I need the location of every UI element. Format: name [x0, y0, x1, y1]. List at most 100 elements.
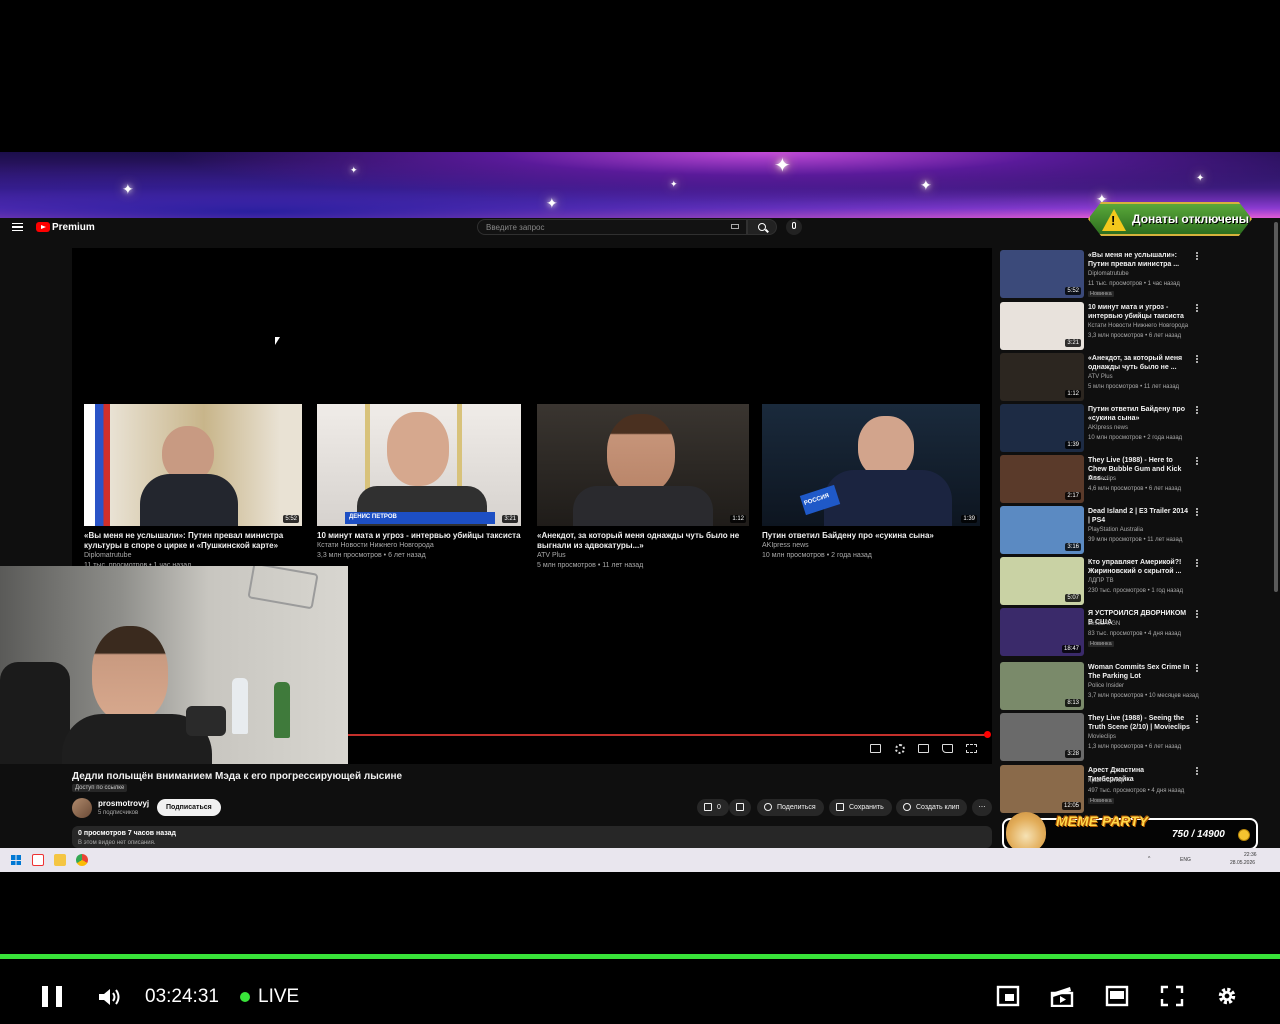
- description-box[interactable]: 0 просмотров 7 часов назад В этом видео …: [72, 826, 992, 848]
- clip-button[interactable]: Создать клип: [896, 799, 968, 816]
- sidebar-thumbnail[interactable]: 5:07: [1000, 557, 1084, 605]
- like-button[interactable]: 0: [697, 799, 729, 816]
- sidebar-channel[interactable]: КрайтХантер: [1088, 778, 1124, 784]
- tray-chevron-icon[interactable]: ^: [1148, 856, 1150, 862]
- sidebar-video-item[interactable]: 12:05 Арест Джастина Тимберлейка КрайтХант…: [1000, 765, 1270, 815]
- share-button[interactable]: Поделиться: [757, 799, 824, 816]
- sidebar-video-item[interactable]: 2:17 They Live (1988) - Here to Chew Bubb…: [1000, 455, 1270, 505]
- sidebar-scrollbar[interactable]: [1274, 222, 1278, 592]
- sidebar-channel[interactable]: ATV Plus: [1088, 374, 1113, 380]
- gear-icon[interactable]: [1215, 985, 1239, 1007]
- sidebar-video-title[interactable]: Путин ответил Байдену про «сукина сына»: [1088, 405, 1190, 423]
- sidebar-video-item[interactable]: 3:21 10 минут мата и угроз - интервью уби…: [1000, 302, 1270, 352]
- end-card-title[interactable]: 10 минут мата и угроз - интервью убийцы …: [317, 531, 521, 541]
- subtitles-icon[interactable]: [870, 744, 881, 753]
- sidebar-channel[interactable]: Diplomatrutube: [1088, 271, 1129, 277]
- end-card[interactable]: ДЕНИС ПЕТРОВ 3:21 10 минут мата и угроз …: [317, 404, 521, 561]
- youtube-logo-icon[interactable]: [36, 222, 50, 232]
- chrome-icon[interactable]: [76, 854, 88, 866]
- sidebar-channel[interactable]: ЛДПР ТВ: [1088, 578, 1114, 584]
- sidebar-thumbnail[interactable]: 3:16: [1000, 506, 1084, 554]
- channel-name[interactable]: prosmotrovyj: [98, 799, 149, 808]
- fullscreen-icon[interactable]: [966, 744, 977, 753]
- kebab-menu-icon[interactable]: [1196, 715, 1198, 717]
- sidebar-channel[interactable]: JesusAVGN: [1088, 621, 1120, 627]
- search-button[interactable]: [747, 219, 777, 235]
- clip-icon[interactable]: [1050, 985, 1074, 1007]
- stream-progress-line[interactable]: [0, 954, 1280, 959]
- kebab-menu-icon[interactable]: [1196, 767, 1198, 769]
- windows-start-icon[interactable]: [11, 855, 21, 865]
- sidebar-video-item[interactable]: 3:28 They Live (1988) - Seeing the Truth …: [1000, 713, 1270, 763]
- sidebar-thumbnail[interactable]: 3:28: [1000, 713, 1084, 761]
- cast-icon[interactable]: [942, 744, 953, 753]
- end-card[interactable]: 1:12 «Анекдот, за который меня однажды ч…: [537, 404, 749, 571]
- sidebar-video-item[interactable]: 5:52 «Вы меня не услышали»: Путин превал …: [1000, 250, 1270, 300]
- sidebar-channel[interactable]: Police Insider: [1088, 683, 1124, 689]
- picture-in-picture-icon[interactable]: [996, 985, 1020, 1007]
- kebab-menu-icon[interactable]: [1196, 457, 1198, 459]
- channel-avatar[interactable]: [72, 798, 92, 818]
- sidebar-video-title[interactable]: 10 минут мата и угроз - интервью убийцы …: [1088, 303, 1190, 321]
- sidebar-video-item[interactable]: 1:39 Путин ответил Байдену про «сукина сы…: [1000, 404, 1270, 454]
- end-card-thumbnail[interactable]: 5:52: [84, 404, 302, 526]
- clock-time[interactable]: 22:36: [1244, 852, 1257, 858]
- kebab-menu-icon[interactable]: [1196, 304, 1198, 306]
- sidebar-channel[interactable]: PlayStation Australia: [1088, 527, 1143, 533]
- voice-search-button[interactable]: [786, 219, 802, 235]
- keyboard-icon[interactable]: [731, 224, 739, 229]
- live-label[interactable]: LIVE: [258, 986, 299, 1008]
- miniplayer-icon[interactable]: [918, 744, 929, 753]
- file-explorer-icon[interactable]: [54, 854, 66, 866]
- sidebar-video-item[interactable]: 8:13 Woman Commits Sex Crime In The Parki…: [1000, 662, 1270, 712]
- end-card[interactable]: РОССИЯ 1:39 Путин ответил Байдену про «с…: [762, 404, 980, 561]
- sidebar-video-title[interactable]: Кто управляет Америкой?! Жириновский о с…: [1088, 558, 1190, 576]
- sidebar-thumbnail[interactable]: 12:05: [1000, 765, 1084, 813]
- sidebar-channel[interactable]: Movieclips: [1088, 476, 1116, 482]
- sidebar-thumbnail[interactable]: 18:47: [1000, 608, 1084, 656]
- sidebar-thumbnail[interactable]: 2:17: [1000, 455, 1084, 503]
- subscribe-button[interactable]: Подписаться: [157, 799, 221, 816]
- kebab-menu-icon[interactable]: [1196, 610, 1198, 612]
- sidebar-video-title[interactable]: Dead Island 2 | E3 Trailer 2014 | PS4: [1088, 507, 1190, 525]
- kebab-menu-icon[interactable]: [1196, 406, 1198, 408]
- sidebar-thumbnail[interactable]: 1:12: [1000, 353, 1084, 401]
- sidebar-thumbnail[interactable]: 8:13: [1000, 662, 1084, 710]
- kebab-menu-icon[interactable]: [1196, 559, 1198, 561]
- sidebar-video-item[interactable]: 3:16 Dead Island 2 | E3 Trailer 2014 | PS…: [1000, 506, 1270, 556]
- progress-scrubber[interactable]: [984, 731, 991, 738]
- end-card-title[interactable]: «Вы меня не услышали»: Путин превал мини…: [84, 531, 302, 551]
- kebab-menu-icon[interactable]: [1196, 508, 1198, 510]
- sidebar-video-item[interactable]: 5:07 Кто управляет Америкой?! Жириновский…: [1000, 557, 1270, 607]
- sidebar-video-title[interactable]: They Live (1988) - Seeing the Truth Scen…: [1088, 714, 1190, 732]
- fullscreen-icon[interactable]: [1160, 985, 1184, 1007]
- clock-date[interactable]: 28.05.2026: [1230, 860, 1255, 866]
- sidebar-channel[interactable]: Кстати Новости Нижнего Новгорода: [1088, 323, 1188, 329]
- end-card-thumbnail[interactable]: РОССИЯ 1:39: [762, 404, 980, 526]
- sidebar-thumbnail[interactable]: 3:21: [1000, 302, 1084, 350]
- end-card-title[interactable]: «Анекдот, за который меня однажды чуть б…: [537, 531, 749, 551]
- dislike-button[interactable]: [729, 799, 751, 816]
- end-card-title[interactable]: Путин ответил Байдену про «сукина сына»: [762, 531, 980, 541]
- sidebar-video-title[interactable]: Woman Commits Sex Crime In The Parking L…: [1088, 663, 1190, 681]
- progress-bar[interactable]: [348, 734, 988, 736]
- sidebar-thumbnail[interactable]: 1:39: [1000, 404, 1084, 452]
- menu-icon[interactable]: [12, 223, 23, 231]
- sidebar-channel[interactable]: AKIpress news: [1088, 425, 1128, 431]
- search-input[interactable]: Введите запрос: [477, 219, 747, 235]
- sidebar-thumbnail[interactable]: 5:52: [1000, 250, 1084, 298]
- kebab-menu-icon[interactable]: [1196, 355, 1198, 357]
- more-actions-button[interactable]: ⋯: [972, 799, 992, 816]
- save-button[interactable]: Сохранить: [829, 799, 892, 816]
- settings-icon[interactable]: [895, 744, 905, 754]
- language-indicator[interactable]: ENG: [1180, 857, 1191, 863]
- end-card[interactable]: 5:52 «Вы меня не услышали»: Путин превал…: [84, 404, 302, 571]
- pause-icon[interactable]: [42, 986, 62, 1007]
- end-card-thumbnail[interactable]: 1:12: [537, 404, 749, 526]
- sidebar-video-title[interactable]: «Анекдот, за который меня однажды чуть б…: [1088, 354, 1190, 372]
- yandex-browser-icon[interactable]: [32, 854, 44, 866]
- sidebar-video-item[interactable]: 18:47 Я УСТРОИЛСЯ ДВОРНИКОМ В США JesusAVG…: [1000, 608, 1270, 658]
- theatre-mode-icon[interactable]: [1105, 985, 1129, 1007]
- volume-icon[interactable]: [97, 986, 121, 1008]
- sidebar-video-item[interactable]: 1:12 «Анекдот, за который меня однажды чу…: [1000, 353, 1270, 403]
